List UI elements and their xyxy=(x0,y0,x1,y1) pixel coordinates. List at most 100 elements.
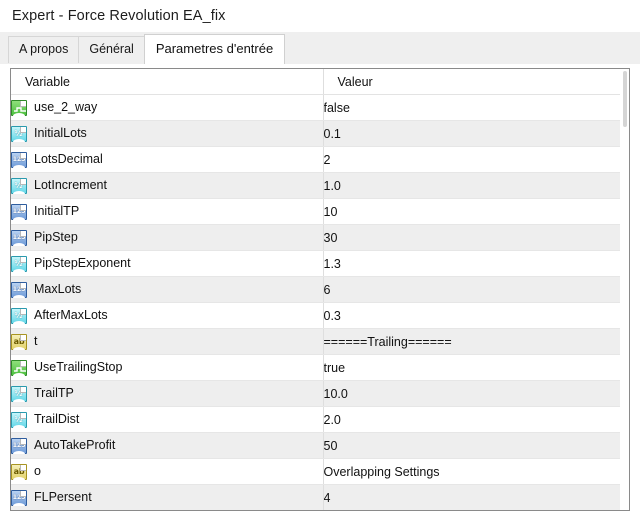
variable-cell-content: ½ AfterMaxLots xyxy=(11,307,322,324)
int-type-icon: 123 xyxy=(11,229,27,246)
int-type-icon: 123 xyxy=(11,151,27,168)
column-header-variable[interactable]: Variable xyxy=(11,69,324,95)
bool-type-icon xyxy=(11,359,27,376)
value-cell[interactable]: ======Trailing====== xyxy=(323,328,620,355)
string-type-icon-glyph: ab xyxy=(13,336,25,346)
variable-cell[interactable]: 123 FLPersent xyxy=(11,484,324,510)
double-type-icon: ½ xyxy=(11,177,27,194)
value-cell[interactable]: 50 xyxy=(323,432,620,459)
variable-cell[interactable]: ½ LotIncrement xyxy=(11,172,324,199)
table-row[interactable]: ab t ======Trailing====== xyxy=(11,328,620,355)
value-cell[interactable]: 4 xyxy=(323,484,620,510)
variable-cell[interactable]: ½ TrailTP xyxy=(11,380,324,407)
string-type-icon: ab xyxy=(11,333,27,350)
variable-cell[interactable]: 123 MaxLots xyxy=(11,276,324,303)
variable-name-label: MaxLots xyxy=(34,282,82,297)
value-cell[interactable]: true xyxy=(323,354,620,381)
value-text: true xyxy=(323,360,346,375)
table-row[interactable]: 123 FLPersent 4 xyxy=(11,484,620,510)
variable-cell[interactable]: use_2_way xyxy=(11,94,324,121)
value-cell[interactable]: 1.0 xyxy=(323,172,620,199)
variable-cell-content: ab o xyxy=(11,463,322,480)
value-text: 1.3 xyxy=(323,256,341,271)
tab-a-propos-label: A propos xyxy=(19,42,69,57)
value-cell[interactable]: 30 xyxy=(323,224,620,251)
value-cell[interactable]: 2 xyxy=(323,146,620,173)
variable-name-label: InitialLots xyxy=(34,126,87,141)
tab-a-propos[interactable]: A propos xyxy=(8,36,80,64)
variable-cell-content: use_2_way xyxy=(11,99,322,116)
table-row[interactable]: ½ PipStepExponent 1.3 xyxy=(11,250,620,277)
table-row[interactable]: UseTrailingStop true xyxy=(11,354,620,381)
value-text: 4 xyxy=(323,490,331,505)
variable-cell-content: ½ PipStepExponent xyxy=(11,255,322,272)
value-cell[interactable]: 1.3 xyxy=(323,250,620,277)
parameters-table: Variable Valeur use_2_way false ½ InitialLo… xyxy=(11,69,620,510)
int-type-icon-glyph: 123 xyxy=(12,207,26,216)
table-row[interactable]: ½ TrailDist 2.0 xyxy=(11,406,620,433)
value-cell[interactable]: false xyxy=(323,94,620,121)
variable-cell[interactable]: ½ PipStepExponent xyxy=(11,250,324,277)
variable-cell[interactable]: ab t xyxy=(11,328,324,355)
table-row[interactable]: ab o Overlapping Settings xyxy=(11,458,620,485)
tab-general[interactable]: Général xyxy=(78,36,145,64)
variable-name-label: AutoTakeProfit xyxy=(34,438,116,453)
value-cell[interactable]: 10 xyxy=(323,198,620,225)
value-cell[interactable]: 6 xyxy=(323,276,620,303)
variable-cell[interactable]: UseTrailingStop xyxy=(11,354,324,381)
variable-cell[interactable]: 123 AutoTakeProfit xyxy=(11,432,324,459)
table-row[interactable]: use_2_way false xyxy=(11,94,620,121)
variable-cell-content: 123 FLPersent xyxy=(11,489,322,506)
int-type-icon: 123 xyxy=(11,203,27,220)
table-row[interactable]: ½ LotIncrement 1.0 xyxy=(11,172,620,199)
table-row[interactable]: 123 InitialTP 10 xyxy=(11,198,620,225)
variable-cell-content: ½ TrailTP xyxy=(11,385,322,402)
value-text: 10.0 xyxy=(323,386,348,401)
value-cell[interactable]: 2.0 xyxy=(323,406,620,433)
table-row[interactable]: ½ InitialLots 0.1 xyxy=(11,120,620,147)
variable-cell[interactable]: ½ TrailDist xyxy=(11,406,324,433)
column-header-valeur-label: Valeur xyxy=(337,74,373,89)
table-row[interactable]: 123 LotsDecimal 2 xyxy=(11,146,620,173)
variable-cell-content: 123 AutoTakeProfit xyxy=(11,437,322,454)
tab-parametres-dentree[interactable]: Parametres d'entrée xyxy=(143,33,286,64)
table-row[interactable]: 123 AutoTakeProfit 50 xyxy=(11,432,620,459)
table-row[interactable]: ½ TrailTP 10.0 xyxy=(11,380,620,407)
value-cell[interactable]: 10.0 xyxy=(323,380,620,407)
variable-name-label: InitialTP xyxy=(34,204,80,219)
value-cell[interactable]: 0.1 xyxy=(323,120,620,147)
variable-cell[interactable]: 123 InitialTP xyxy=(11,198,324,225)
variable-name-label: o xyxy=(34,464,41,479)
variable-name-label: t xyxy=(34,334,38,349)
value-text: 0.1 xyxy=(323,126,341,141)
value-text: ======Trailing====== xyxy=(323,334,452,349)
variable-cell-content: 123 InitialTP xyxy=(11,203,322,220)
variable-cell[interactable]: 123 LotsDecimal xyxy=(11,146,324,173)
grid-scrollbar-thumb[interactable] xyxy=(623,71,627,127)
int-type-icon-glyph: 123 xyxy=(12,155,26,164)
variable-cell[interactable]: ½ AfterMaxLots xyxy=(11,302,324,329)
int-type-icon: 123 xyxy=(11,437,27,454)
value-cell[interactable]: Overlapping Settings xyxy=(323,458,620,485)
table-row[interactable]: 123 MaxLots 6 xyxy=(11,276,620,303)
double-type-icon-glyph: ½ xyxy=(14,414,23,424)
int-type-icon: 123 xyxy=(11,489,27,506)
table-row[interactable]: 123 PipStep 30 xyxy=(11,224,620,251)
grid-vertical-scrollbar[interactable] xyxy=(620,69,629,510)
variable-cell[interactable]: ½ InitialLots xyxy=(11,120,324,147)
variable-cell[interactable]: 123 PipStep xyxy=(11,224,324,251)
tab-strip: A propos Général Parametres d'entrée xyxy=(0,32,640,64)
double-type-icon-glyph: ½ xyxy=(14,388,23,398)
value-cell[interactable]: 0.3 xyxy=(323,302,620,329)
variable-cell[interactable]: ab o xyxy=(11,458,324,485)
column-header-valeur[interactable]: Valeur xyxy=(323,69,620,95)
variable-cell-content: 123 MaxLots xyxy=(11,281,322,298)
value-text: 6 xyxy=(323,282,331,297)
double-type-icon-glyph: ½ xyxy=(14,258,23,268)
int-type-icon: 123 xyxy=(11,281,27,298)
table-row[interactable]: ½ AfterMaxLots 0.3 xyxy=(11,302,620,329)
parameters-table-body: use_2_way false ½ InitialLots 0.1 123 LotsDeci… xyxy=(11,94,620,510)
value-text: Overlapping Settings xyxy=(323,464,440,479)
value-text: 2.0 xyxy=(323,412,341,427)
bool-type-icon-wave xyxy=(14,366,26,372)
